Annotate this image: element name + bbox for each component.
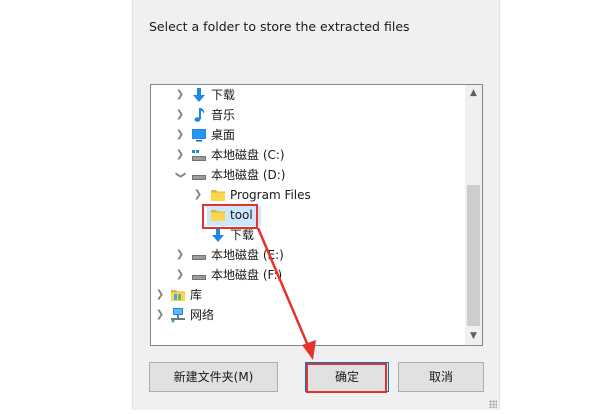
scroll-up-icon[interactable]: ▲ — [465, 85, 482, 102]
tree-item-label: 库 — [190, 288, 203, 302]
tree-item-label: 下载 — [211, 88, 236, 102]
chevron-right-icon[interactable]: ❯ — [175, 105, 185, 125]
drive-icon — [191, 247, 207, 263]
desktop-icon — [191, 127, 207, 143]
tree-item-drive-c[interactable]: ❯ 本地磁盘 (C:) — [151, 145, 465, 165]
tree-item-label: 本地磁盘 (E:) — [211, 248, 284, 262]
cancel-button[interactable]: 取消 — [398, 362, 484, 392]
folder-icon — [210, 207, 226, 223]
music-note-icon — [191, 107, 207, 123]
chevron-right-icon[interactable]: ❯ — [175, 265, 185, 285]
tree-item-network[interactable]: ❯ 网络 — [151, 305, 465, 325]
tree-item-label: 网络 — [190, 308, 215, 322]
chevron-right-icon[interactable]: ❯ — [175, 125, 185, 145]
chevron-right-icon[interactable]: ❯ — [175, 145, 185, 165]
tree-item-drive-d[interactable]: ❯ 本地磁盘 (D:) — [151, 165, 465, 185]
library-icon — [170, 287, 186, 303]
folder-picker-dialog: Select a folder to store the extracted f… — [132, 0, 500, 410]
tree-item-downloads[interactable]: ❯ 下载 — [151, 85, 465, 105]
network-icon — [170, 307, 186, 323]
download-arrow-icon — [191, 87, 207, 103]
drive-icon — [191, 167, 207, 183]
chevron-right-icon[interactable]: ❯ — [193, 185, 203, 205]
chevron-right-icon[interactable]: ❯ — [175, 245, 185, 265]
tree-item-label: 桌面 — [211, 128, 236, 142]
tree-item-label: 本地磁盘 (D:) — [211, 168, 286, 182]
tree-item-downloads-d[interactable]: 下载 — [151, 225, 465, 245]
download-arrow-icon — [210, 227, 226, 243]
chevron-right-icon[interactable]: ❯ — [175, 85, 185, 105]
chevron-right-icon[interactable]: ❯ — [155, 285, 165, 305]
scroll-down-icon[interactable]: ▼ — [465, 328, 482, 345]
chevron-down-icon[interactable]: ❯ — [170, 170, 190, 180]
tree-item-label: 本地磁盘 (C:) — [211, 148, 285, 162]
tree-item-drive-e[interactable]: ❯ 本地磁盘 (E:) — [151, 245, 465, 265]
folder-icon — [210, 187, 226, 203]
resize-grip-icon[interactable] — [489, 400, 497, 408]
tree-item-program-files[interactable]: ❯ Program Files — [151, 185, 465, 205]
ok-button[interactable]: 确定 — [305, 362, 389, 392]
tree-item-desktop[interactable]: ❯ 桌面 — [151, 125, 465, 145]
chevron-right-icon[interactable]: ❯ — [155, 305, 165, 325]
tree-item-label: tool — [230, 208, 253, 222]
folder-tree[interactable]: ❯ 下载 ❯ 音乐 ❯ 桌面 ❯ 本地磁盘 (C:) ❯ 本地磁盘 (D:) ❯… — [150, 84, 483, 346]
tree-scrollbar[interactable]: ▲ ▼ — [465, 85, 482, 345]
dialog-prompt: Select a folder to store the extracted f… — [149, 19, 410, 34]
tree-item-drive-f[interactable]: ❯ 本地磁盘 (F:) — [151, 265, 465, 285]
drive-icon — [191, 267, 207, 283]
scrollbar-thumb[interactable] — [467, 185, 480, 326]
tree-item-libraries[interactable]: ❯ 库 — [151, 285, 465, 305]
tree-item-label: 本地磁盘 (F:) — [211, 268, 283, 282]
tree-item-tool[interactable]: tool — [151, 205, 465, 225]
new-folder-button[interactable]: 新建文件夹(M) — [149, 362, 278, 392]
drive-windows-icon — [191, 147, 207, 163]
tree-item-label: 下载 — [230, 228, 255, 242]
tree-item-label: 音乐 — [211, 108, 236, 122]
tree-item-music[interactable]: ❯ 音乐 — [151, 105, 465, 125]
tree-item-label: Program Files — [230, 188, 311, 202]
